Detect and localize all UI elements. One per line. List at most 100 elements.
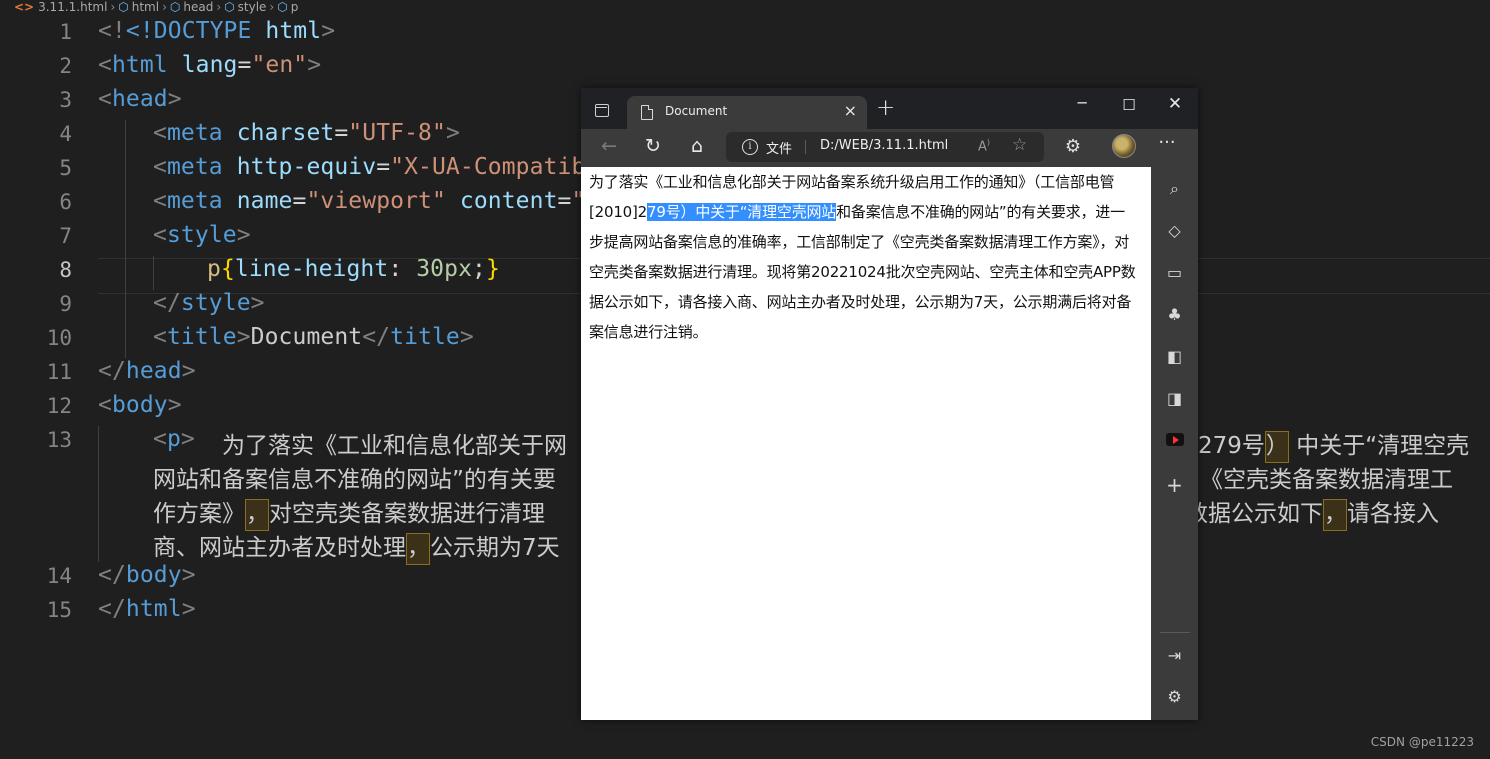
para-fragment: 279号	[1198, 433, 1265, 459]
paragraph-line: 为了落实《工业和信息化部关于网	[222, 433, 567, 459]
line-number: 11	[46, 360, 72, 384]
page-icon	[641, 105, 653, 120]
youtube-icon[interactable]	[1151, 431, 1198, 450]
outlook-icon[interactable]: ◨	[1151, 389, 1198, 408]
cube-icon: ⬡	[118, 0, 129, 14]
code-line: </style>	[153, 290, 265, 316]
hide-sidebar-icon[interactable]: ⇥	[1151, 646, 1198, 665]
para-fragment: 对空壳类备案数据进行清理	[269, 501, 545, 527]
indent-guide	[125, 120, 126, 358]
address-bar[interactable]: i 文件 D:/WEB/3.11.1.html A) ☆	[726, 132, 1044, 162]
line-number: 10	[46, 326, 72, 350]
cube-icon: ⬡	[224, 0, 235, 14]
line-number: 15	[46, 598, 72, 622]
para-fragment: 中关于“清理空壳	[1296, 433, 1470, 459]
para-fragment: 作方案》	[153, 501, 245, 527]
selected-text: 79号）中关于“清理空壳网站	[647, 203, 837, 221]
breadcrumb-html[interactable]: html	[132, 0, 159, 15]
chevron-right-icon: ›	[162, 0, 167, 14]
address-scheme-label: 文件	[766, 142, 793, 157]
line-number: 2	[59, 54, 72, 78]
chevron-right-icon: ›	[269, 0, 275, 14]
close-tab-icon[interactable]: ×	[844, 101, 857, 120]
para-fragment: 公示期为7天	[430, 535, 560, 561]
edge-sidebar: ⌕ ◇ ▭ ♣ ◧ ◨ + ⇥ ⚙	[1151, 167, 1198, 720]
charset-value: "UTF-8"	[348, 120, 446, 146]
title-text: Document	[250, 324, 363, 350]
paragraph-line: 279号） 中关于“清理空壳	[1190, 426, 1469, 463]
paragraph-line: 数据公示如下，请各接入	[1185, 494, 1439, 531]
css-selector: p	[207, 256, 221, 282]
viewport-value: "viewport"	[306, 188, 446, 214]
page-text: 和备案信息不准确的网站”的有关要求，进一步提高网站备案信息的准确率，工信部制定了…	[589, 203, 1136, 341]
code-line: <body>	[98, 392, 182, 418]
line-number: 6	[59, 190, 72, 214]
cube-icon: ⬡	[169, 0, 181, 14]
paragraph-line: 网站和备案信息不准确的网站”的有关要	[153, 467, 556, 493]
code-line: <html lang="en">	[98, 52, 322, 78]
line-number: 3	[59, 88, 72, 112]
code-line: <meta charset="UTF-8">	[153, 120, 460, 146]
web-page[interactable]: 为了落实《工业和信息化部关于网站备案系统升级启用工作的通知》（工信部电管[201…	[581, 167, 1151, 720]
chevron-right-icon: ›	[216, 0, 222, 14]
breadcrumb: <> 3.11.1.html › ⬡ html › ⬡ head › ⬡ style › ⬡ p	[0, 0, 298, 16]
refresh-button[interactable]: ↻	[640, 135, 666, 157]
line-number: 5	[59, 156, 72, 180]
home-button[interactable]: ⌂	[684, 135, 710, 157]
css-property: line-height	[234, 256, 389, 282]
code-line: <p>	[153, 426, 195, 452]
http-equiv-value: "X-UA-Compatib	[390, 154, 586, 180]
settings-gear-icon[interactable]: ⚙	[1151, 687, 1198, 706]
code-line: </html>	[98, 596, 196, 622]
avatar[interactable]	[1112, 134, 1136, 158]
html-keyword: html	[265, 18, 322, 44]
back-button[interactable]: ←	[596, 135, 622, 157]
indent-guide	[153, 256, 154, 290]
code-line: <title>Document</title>	[153, 324, 474, 350]
office-icon[interactable]: ◧	[1151, 347, 1198, 366]
add-favorite-icon[interactable]: ☆	[1012, 135, 1027, 155]
line-number: 14	[46, 564, 72, 588]
extensions-icon[interactable]: ⚙	[1060, 136, 1086, 157]
code-line: </body>	[98, 562, 196, 588]
maximize-button[interactable]: ☐	[1114, 96, 1144, 114]
close-window-button[interactable]: ✕	[1160, 94, 1190, 114]
minimize-button[interactable]: ─	[1067, 94, 1097, 112]
tab-document[interactable]: Document ×	[627, 96, 867, 129]
browser-window[interactable]: Document × + ─ ☐ ✕ ← ↻ ⌂ i 文件 D:/WEB/3.1…	[581, 88, 1198, 720]
new-tab-button[interactable]: +	[876, 95, 895, 121]
tag-icon[interactable]: ◇	[1151, 221, 1198, 240]
search-icon[interactable]: ⌕	[1151, 179, 1198, 199]
info-icon[interactable]: i	[742, 139, 758, 155]
breadcrumb-file[interactable]: 3.11.1.html	[38, 0, 107, 15]
watermark: CSDN @pe11223	[1370, 735, 1474, 749]
read-aloud-icon[interactable]: A)	[978, 138, 990, 154]
para-fragment: 请各接入	[1347, 501, 1439, 527]
code-line: <style>	[153, 222, 251, 248]
breadcrumb-p[interactable]: p	[291, 0, 299, 15]
code-line: <meta http-equiv="X-UA-Compatib	[153, 154, 586, 180]
para-fragment: 数据公示如下	[1185, 501, 1323, 527]
code-line: p{line-height: 30px;}	[207, 256, 500, 282]
breadcrumb-style[interactable]: style	[238, 0, 267, 15]
line-number: 12	[46, 394, 72, 418]
tab-title: Document	[665, 104, 728, 118]
chevron-right-icon: ›	[110, 0, 116, 14]
breadcrumb-head[interactable]: head	[183, 0, 213, 15]
line-number: 13	[46, 428, 72, 452]
workspaces-icon[interactable]	[595, 104, 609, 117]
add-sidebar-app-icon[interactable]: +	[1151, 473, 1198, 497]
toolbox-icon[interactable]: ▭	[1151, 263, 1198, 282]
address-url[interactable]: D:/WEB/3.11.1.html	[820, 138, 948, 153]
games-icon[interactable]: ♣	[1151, 305, 1198, 324]
title-bar: Document × + ─ ☐ ✕	[581, 88, 1198, 129]
line-number: 8	[59, 258, 72, 282]
indent-guide	[98, 426, 99, 562]
paragraph-line: 作方案》，对空壳类备案数据进行清理	[153, 494, 545, 531]
code-line: <head>	[98, 86, 182, 112]
divider	[805, 140, 806, 154]
page-paragraph: 为了落实《工业和信息化部关于网站备案系统升级启用工作的通知》（工信部电管[201…	[581, 167, 1151, 347]
more-menu-icon[interactable]: ···	[1154, 132, 1180, 153]
line-number: 4	[59, 122, 72, 146]
line-number: 9	[59, 292, 72, 316]
